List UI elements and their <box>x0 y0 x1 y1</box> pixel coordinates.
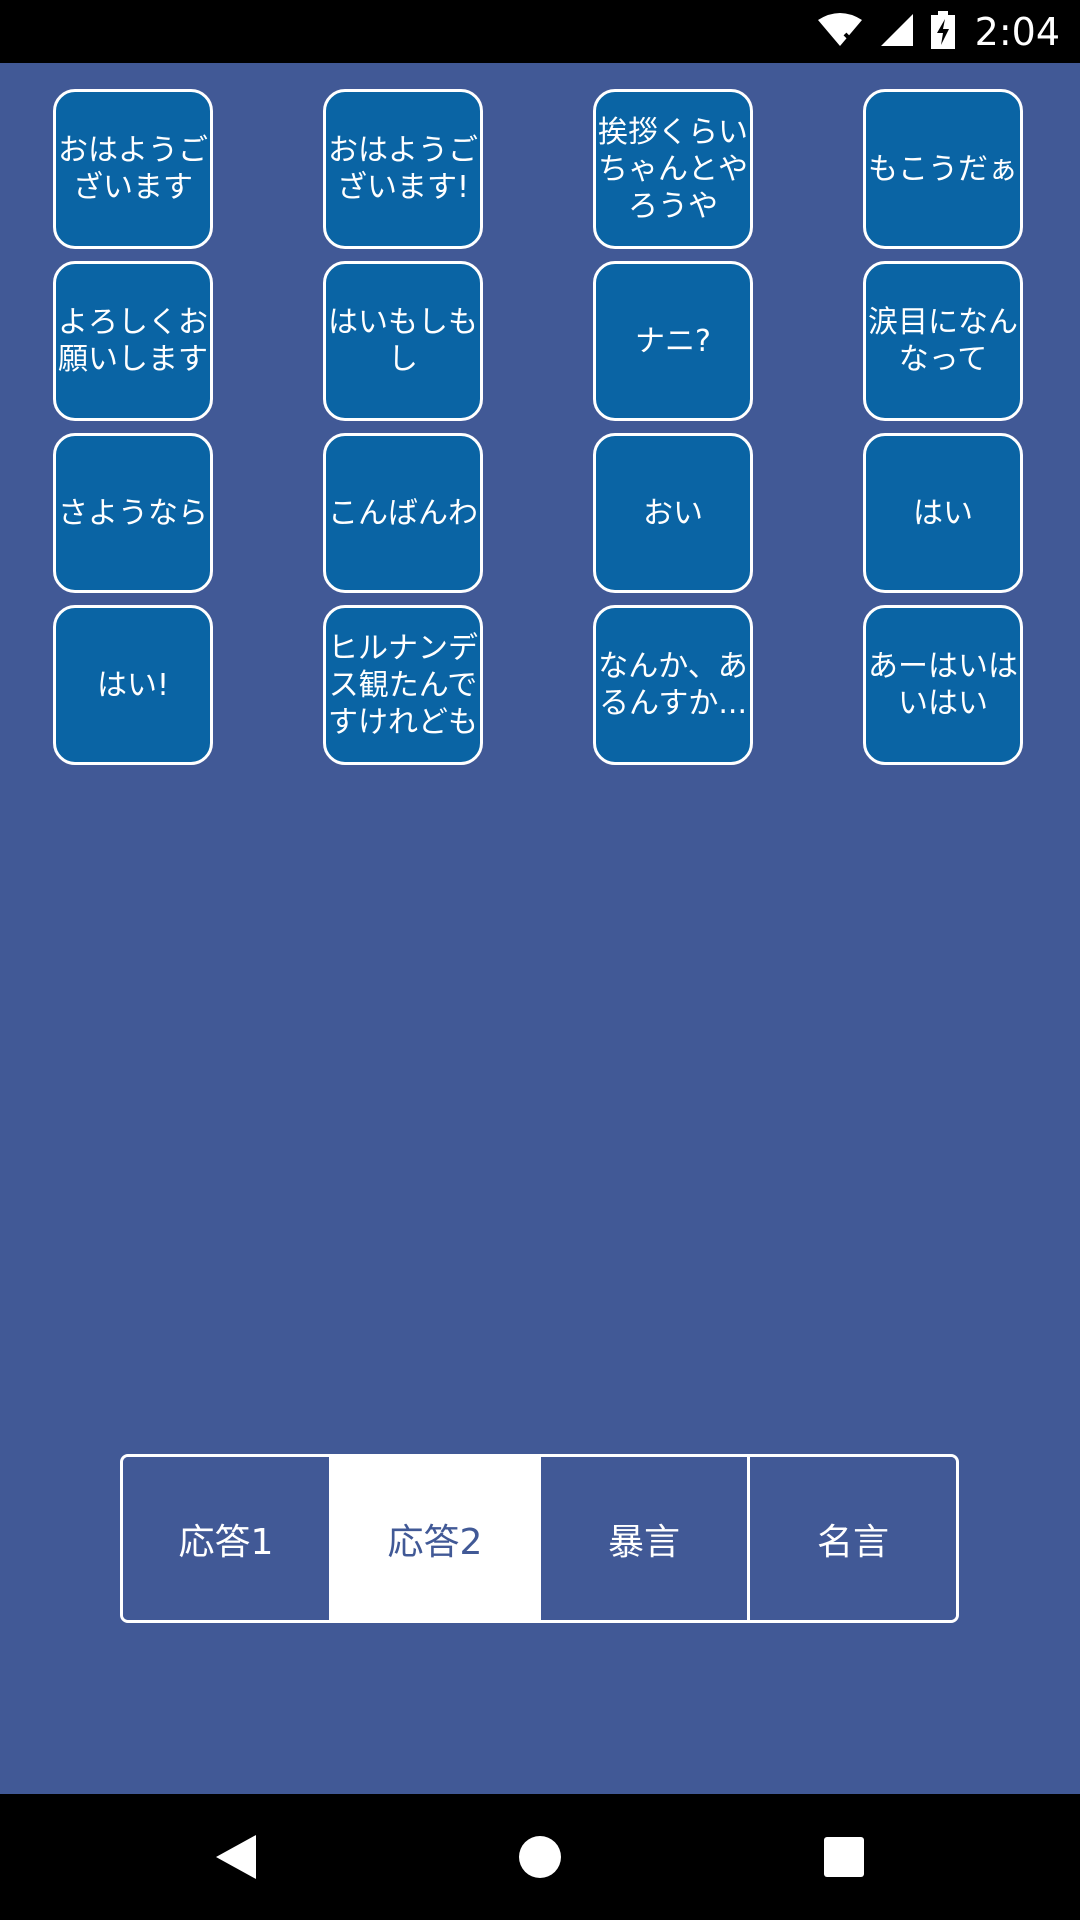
sound-button[interactable]: 挨拶くらいちゃんとやろうや <box>593 89 753 249</box>
sound-button[interactable]: はい <box>863 433 1023 593</box>
status-time: 2:04 <box>974 9 1060 54</box>
sound-button[interactable]: おはようございます! <box>323 89 483 249</box>
sound-button[interactable]: ヒルナンデス観たんですけれども <box>323 605 483 765</box>
sound-button[interactable]: 涙目になんなって <box>863 261 1023 421</box>
tab-abuse[interactable]: 暴言 <box>538 1457 747 1620</box>
sound-button[interactable]: おい <box>593 433 753 593</box>
sound-button[interactable]: さようなら <box>53 433 213 593</box>
home-icon[interactable] <box>480 1794 600 1920</box>
category-tabs: 応答1 応答2 暴言 名言 <box>120 1454 959 1623</box>
sound-button[interactable]: はいもしもし <box>323 261 483 421</box>
sound-button[interactable]: なんか、あるんすか... <box>593 605 753 765</box>
sound-button[interactable]: よろしくお願いします <box>53 261 213 421</box>
sound-button[interactable]: こんばんわ <box>323 433 483 593</box>
sound-button[interactable]: おはようございます <box>53 89 213 249</box>
tab-response-2[interactable]: 応答2 <box>329 1457 538 1620</box>
tab-quotes[interactable]: 名言 <box>747 1457 956 1620</box>
sound-button[interactable]: ナニ? <box>593 261 753 421</box>
status-bar: 2:04 <box>0 0 1080 63</box>
battery-charging-icon <box>930 10 955 53</box>
sound-button[interactable]: あーはいはいはい <box>863 605 1023 765</box>
recents-icon[interactable] <box>784 1794 904 1920</box>
back-icon[interactable] <box>176 1794 296 1920</box>
wifi-icon <box>817 12 863 52</box>
signal-icon <box>879 12 915 52</box>
sound-button[interactable]: もこうだぁ <box>863 89 1023 249</box>
status-icons: 2:04 <box>817 0 1060 63</box>
sound-button[interactable]: はい! <box>53 605 213 765</box>
navigation-bar <box>0 1794 1080 1920</box>
tab-response-1[interactable]: 応答1 <box>123 1457 329 1620</box>
